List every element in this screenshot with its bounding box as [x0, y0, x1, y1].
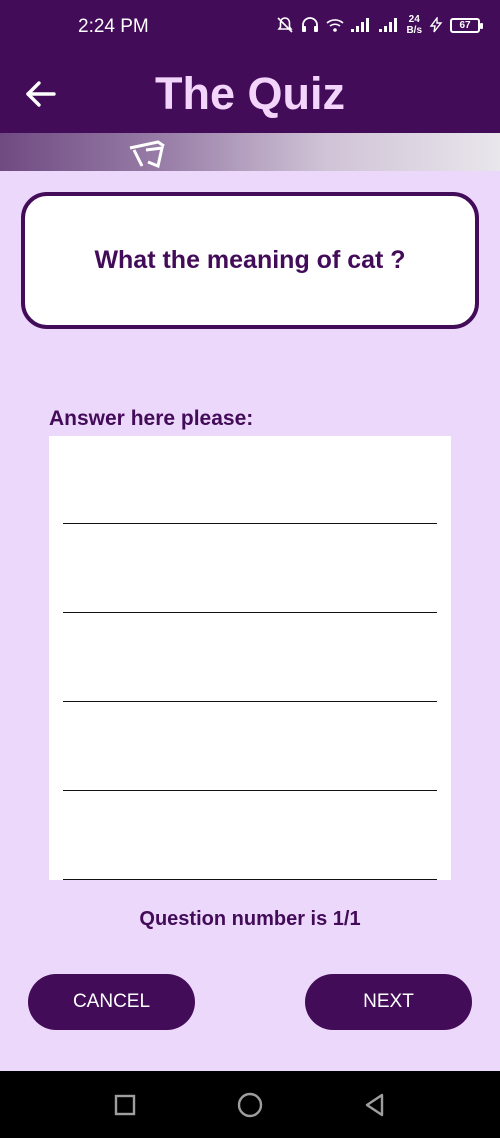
answer-ruled-line [63, 701, 437, 702]
answer-label: Answer here please: [49, 407, 254, 430]
wifi-icon [326, 19, 344, 32]
status-time: 2:24 PM [78, 16, 149, 37]
home-button[interactable] [236, 1091, 264, 1119]
app-bar: The Quiz [0, 56, 500, 133]
home-circle-icon [237, 1092, 263, 1118]
banner-decoration-icon [129, 140, 165, 168]
mute-bell-icon [277, 17, 294, 33]
next-button[interactable]: NEXT [305, 974, 472, 1030]
net-speed-unit: B/s [406, 25, 422, 36]
answer-ruled-line [63, 523, 437, 524]
system-back-button[interactable] [361, 1091, 389, 1119]
answer-ruled-line [63, 790, 437, 791]
cancel-button[interactable]: CANCEL [28, 974, 195, 1030]
answer-ruled-line [63, 612, 437, 613]
net-speed: 24 B/s [406, 14, 422, 36]
signal-icon-1 [351, 18, 370, 32]
signal-icon-2 [379, 18, 398, 32]
net-speed-value: 24 [408, 14, 420, 25]
battery-icon: 67 [450, 17, 483, 33]
status-bar: 2:24 PM 24 B/s 67 [0, 0, 500, 56]
page-title: The Quiz [155, 68, 345, 119]
headphones-icon [302, 17, 319, 32]
answer-input[interactable] [49, 436, 451, 880]
recents-button[interactable] [111, 1091, 139, 1119]
charging-icon [429, 17, 443, 33]
status-icons: 24 B/s 67 [276, 14, 483, 36]
header-banner [0, 133, 500, 171]
system-nav-bar [0, 1071, 500, 1138]
question-card: What the meaning of cat ? [21, 192, 479, 329]
question-text: What the meaning of cat ? [94, 246, 406, 274]
recents-square-icon [114, 1094, 136, 1116]
back-triangle-icon [365, 1093, 384, 1117]
question-number: Question number is 1/1 [139, 908, 361, 930]
answer-ruled-line [63, 879, 437, 880]
